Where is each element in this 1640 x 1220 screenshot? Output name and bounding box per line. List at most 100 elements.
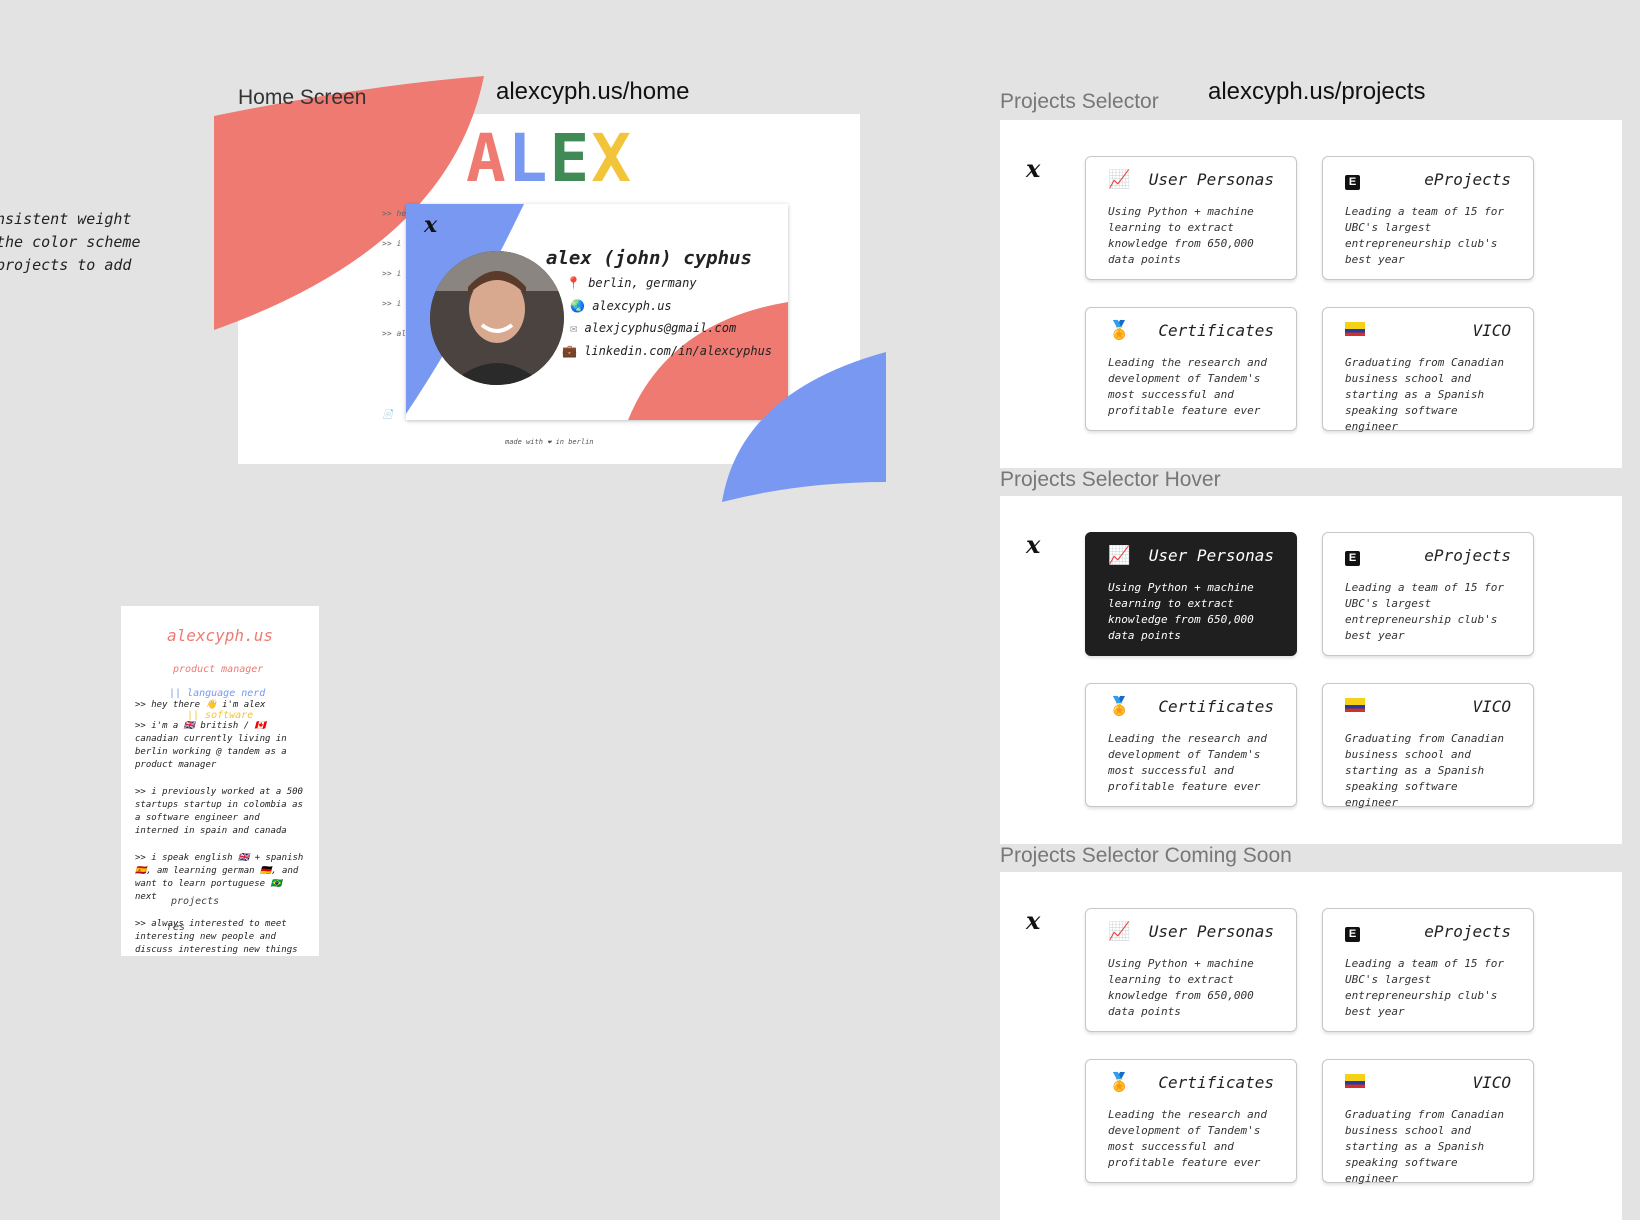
bio-line: startups startup in colombia as [135,800,303,810]
project-card[interactable]: 🏅 Certificates Leading the research and de… [1085,1059,1297,1183]
colombia-flag-icon [1345,696,1367,717]
project-card-title: VICO [1472,321,1511,340]
project-card-title: eProjects [1424,546,1511,565]
bio-line: discuss interesting new things [135,945,298,955]
blue-blob-shape [722,352,886,502]
project-card-header: EeProjects [1345,169,1511,190]
project-card-title: User Personas [1148,170,1274,189]
project-card-description: Graduating from Canadian business school… [1345,732,1504,809]
project-card[interactable]: 📈 User Personas Using Python + machine lea… [1085,908,1297,1032]
project-card-title: User Personas [1148,922,1274,941]
alex-logo: ALEX [466,120,633,197]
colombia-flag-icon [1345,320,1367,341]
project-card[interactable]: 📈 User Personas Using Python + machine lea… [1085,532,1297,656]
mobile-projects-link[interactable]: projects [171,896,219,907]
project-card-title: Certificates [1158,697,1274,716]
project-card[interactable]: EeProjects Leading a team of 15 for UBC's… [1322,156,1534,280]
card-x-logo[interactable]: x [424,212,437,238]
mobile-logo-text: alexcyph.us [167,626,273,645]
project-card-title: User Personas [1148,546,1274,565]
project-card[interactable]: VICO Graduating from Canadian business sc… [1322,307,1534,433]
project-card-header: EeProjects [1345,545,1511,566]
project-card[interactable]: 📈 User Personas Using Python + machine lea… [1085,156,1297,280]
project-card-description: Leading the research and development of … [1108,732,1267,793]
e-icon: E [1345,921,1367,942]
project-card-title: Certificates [1158,321,1274,340]
e-icon: E [1345,545,1367,566]
project-card[interactable]: VICO Graduating from Canadian business sc… [1322,1059,1534,1185]
project-card-header: 📈 User Personas [1108,921,1274,942]
note-line: the color scheme [0,233,141,251]
bio-line: >> hey there 👋 i'm alex [135,700,266,710]
logo-letter-e: E [549,120,592,197]
snippet-line: >> he [382,209,407,218]
mobile-resume-link[interactable]: rés [167,922,185,933]
project-card-title: eProjects [1424,922,1511,941]
bio-line: want to learn portuguese 🇧🇷 [135,879,282,889]
bio-line: interesting new people and [135,932,276,942]
project-card-header: VICO [1345,320,1511,341]
medal-icon: 🏅 [1108,1072,1131,1092]
project-card[interactable]: EeProjects Leading a team of 15 for UBC's… [1322,532,1534,656]
project-card[interactable]: 🏅 Certificates Leading the research and de… [1085,307,1297,431]
project-card[interactable]: EeProjects Leading a team of 15 for UBC's… [1322,908,1534,1032]
project-card-header: VICO [1345,1072,1511,1093]
medal-icon: 🏅 [1108,696,1131,716]
profile-photo [430,251,564,385]
website-text: alexcyph.us [592,299,672,313]
note-line: nsistent weight [0,210,132,228]
card-name: alex (john) cyphus [546,247,752,269]
bio-line: >> i previously worked at a 500 [135,787,303,797]
projects-artboard: x 📈 User Personas Using Python + machine le… [1000,120,1622,468]
project-card[interactable]: VICO Graduating from Canadian business sc… [1322,683,1534,809]
x-logo[interactable]: x [1026,154,1040,183]
home-footer: made with ❤ in berlin [505,438,594,446]
home-intro-snippets: >> he >> i >> i >> i >> al [382,208,406,358]
projects-frame-label: Projects Selector [1000,90,1159,113]
e-icon: E [1345,169,1367,190]
contact-website[interactable]: 🌏 alexcyph.us [570,299,672,313]
projects-artboard: x 📈 User Personas Using Python + machine le… [1000,872,1622,1220]
bio-line: next [135,892,157,902]
mobile-logo: alexcyph.us [167,626,273,645]
mobile-role: product manager [173,664,264,675]
logo-letter-l: L [507,120,550,197]
project-card-header: 📈 User Personas [1108,545,1274,566]
colombia-flag-icon [1345,1072,1367,1093]
project-card-header: 📈 User Personas [1108,169,1274,190]
snippet-line: >> i [382,269,402,278]
projects-url: alexcyph.us/projects [1208,78,1426,105]
medal-icon: 🏅 [1108,320,1131,340]
bio-line: canadian currently living in [135,734,287,744]
bio-line: >> i'm a 🇬🇧 british / 🇨🇦 [135,721,266,731]
email-text: alexjcyphus@gmail.com [584,321,737,335]
project-card-description: Graduating from Canadian business school… [1345,356,1504,433]
project-card-description: Using Python + machine learning to extra… [1108,205,1254,266]
project-card-description: Graduating from Canadian business school… [1345,1108,1504,1185]
x-logo[interactable]: x [1026,906,1040,935]
contact-email[interactable]: ✉ alexjcyphus@gmail.com [570,321,736,335]
snippet-line: >> al [382,329,407,338]
project-card-title: Certificates [1158,1073,1274,1092]
briefcase-icon: 💼 [562,344,577,358]
projects-artboard: x 📈 User Personas Using Python + machine le… [1000,496,1622,844]
logo-letter-x: X [591,120,633,197]
resume-icon[interactable]: 📄 [382,410,393,420]
home-url: alexcyph.us/home [496,78,690,105]
project-card-description: Leading the research and development of … [1108,356,1267,417]
chart-icon: 📈 [1108,921,1131,941]
chart-icon: 📈 [1108,169,1131,189]
project-card-header: VICO [1345,696,1511,717]
note-line: projects to add [0,256,132,274]
project-card-title: VICO [1472,1073,1511,1092]
project-card-title: VICO [1472,697,1511,716]
x-logo[interactable]: x [1026,530,1040,559]
envelope-icon: ✉ [570,321,578,335]
mobile-bio: >> hey there 👋 i'm alex >> i'm a 🇬🇧 brit… [135,699,315,957]
bio-line: a software engineer and [135,813,260,823]
project-card-header: 🏅 Certificates [1108,696,1274,717]
project-card-header: 🏅 Certificates [1108,320,1274,341]
projects-frame-label: Projects Selector Coming Soon [1000,844,1292,867]
project-card[interactable]: 🏅 Certificates Leading the research and de… [1085,683,1297,807]
snippet-line: >> i [382,239,402,248]
